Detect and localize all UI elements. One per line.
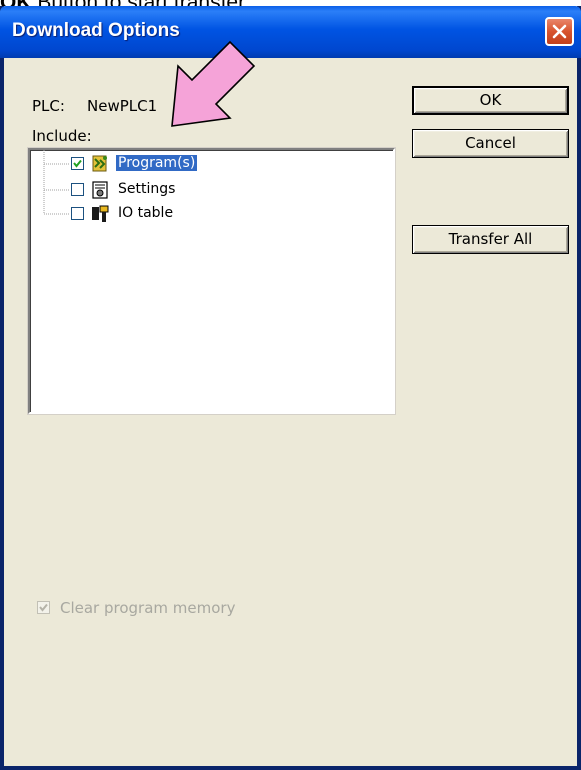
close-icon bbox=[552, 24, 567, 39]
io-table-icon bbox=[92, 205, 109, 222]
close-button[interactable] bbox=[545, 17, 574, 46]
plc-name-value: NewPLC1 bbox=[87, 97, 158, 115]
tree-connector-lines bbox=[43, 150, 70, 215]
programs-label: Program(s) bbox=[114, 154, 199, 172]
clear-program-memory-checkbox[interactable] bbox=[37, 601, 50, 614]
checkmark-icon bbox=[39, 603, 48, 612]
io-table-checkbox[interactable] bbox=[71, 207, 84, 220]
include-tree-view[interactable]: Program(s) Settings IO table bbox=[28, 148, 395, 414]
programs-checkbox[interactable] bbox=[71, 157, 84, 170]
cancel-button[interactable]: Cancel bbox=[412, 129, 569, 158]
program-icon bbox=[92, 155, 107, 172]
dialog-title: Download Options bbox=[12, 20, 180, 41]
include-label: Include: bbox=[32, 127, 92, 145]
title-bar[interactable]: Download Options bbox=[0, 6, 581, 58]
pointer-arrow-icon bbox=[171, 40, 256, 127]
clear-program-memory-label: Clear program memory bbox=[60, 599, 236, 617]
download-options-dialog: Download Options PLC: NewPLC1 Include: P… bbox=[0, 6, 581, 770]
transfer-all-button[interactable]: Transfer All bbox=[412, 225, 569, 254]
plc-label: PLC: bbox=[32, 97, 65, 115]
io-table-label: IO table bbox=[118, 205, 174, 221]
checkmark-icon bbox=[73, 159, 82, 168]
settings-checkbox[interactable] bbox=[71, 183, 84, 196]
settings-icon bbox=[92, 181, 108, 199]
settings-label: Settings bbox=[118, 181, 176, 197]
ok-button[interactable]: OK bbox=[412, 86, 569, 115]
